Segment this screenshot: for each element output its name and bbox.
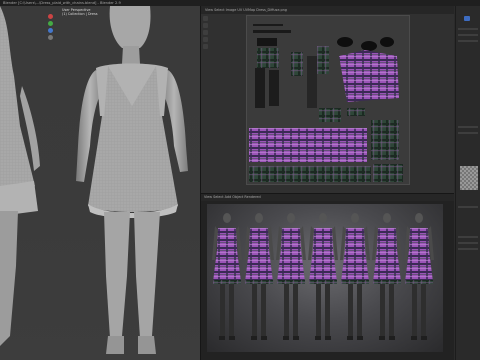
3d-viewport[interactable]: User Perspective (1) Collection | Dress [0, 6, 200, 360]
render-viewport[interactable]: View Select Add Object Rendered [201, 194, 454, 360]
property-row[interactable] [458, 126, 478, 128]
model-lineup [212, 213, 434, 340]
side-figure [0, 6, 40, 346]
property-row[interactable] [458, 242, 478, 244]
property-row[interactable] [458, 34, 478, 36]
window-title: Blender [C:\Users\...\Dress_plaid_with_c… [3, 0, 121, 5]
cursor-tool-icon[interactable] [203, 23, 208, 28]
uv-editor-menu[interactable]: View Select Image UV UVMap Dress_Diffuse… [205, 8, 287, 12]
uv-editor-header[interactable]: View Select Image UV UVMap Dress_Diffuse… [201, 6, 454, 14]
move-tool-icon[interactable] [203, 30, 208, 35]
property-row[interactable] [458, 248, 478, 250]
back-figure [76, 6, 188, 354]
render-figure [372, 213, 402, 340]
material-preview [460, 166, 478, 190]
uv-editor[interactable]: View Select Image UV UVMap Dress_Diffuse… [201, 6, 454, 193]
property-row[interactable] [458, 40, 478, 42]
object-properties-icon[interactable] [464, 16, 470, 21]
uv-texture-canvas[interactable] [246, 15, 410, 185]
property-row[interactable] [458, 132, 478, 134]
render-figure [276, 213, 306, 340]
uv-islands [247, 16, 409, 184]
property-row[interactable] [458, 28, 478, 30]
property-row[interactable] [458, 236, 478, 238]
properties-panel[interactable] [455, 6, 480, 360]
render-figure [212, 213, 242, 340]
render-figure [244, 213, 274, 340]
render-stage [207, 204, 443, 352]
render-figure [404, 213, 434, 340]
render-viewport-menu[interactable]: View Select Add Object Rendered [204, 195, 261, 199]
render-figure [308, 213, 338, 340]
render-viewport-header[interactable]: View Select Add Object Rendered [201, 194, 454, 201]
render-figure [340, 213, 370, 340]
rotate-tool-icon[interactable] [203, 37, 208, 42]
uv-toolbar[interactable] [203, 16, 209, 76]
dress-model-views [0, 6, 188, 354]
scale-tool-icon[interactable] [203, 44, 208, 49]
property-row[interactable] [458, 206, 478, 208]
select-tool-icon[interactable] [203, 16, 208, 21]
